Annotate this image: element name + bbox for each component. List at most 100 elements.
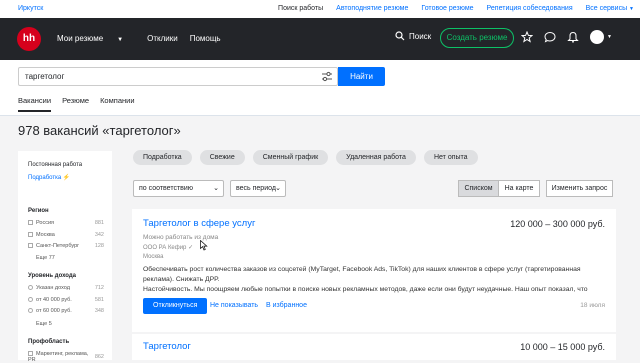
vacancy-requirements: Настойчивость. Мы поощряем любые попытки… <box>143 286 588 293</box>
filter-prof-title: Профобласть <box>28 339 70 345</box>
vacancy-card: Таргетолог в сфере услуг 120 000 – 300 0… <box>132 209 616 332</box>
respond-button[interactable]: Откликнуться <box>143 298 208 314</box>
nav-my-resumes[interactable]: Мои резюме ▼ <box>57 34 135 43</box>
filter-region-item[interactable]: Москва 342 <box>28 232 104 238</box>
vacancy-company[interactable]: ООО РА Кефир ✓ <box>143 244 193 251</box>
sort-select[interactable]: по соответствию ⌄ <box>133 180 224 197</box>
filter-income-count: 348 <box>94 308 104 314</box>
radio[interactable] <box>28 297 33 303</box>
chevron-down-icon: ▼ <box>117 37 124 43</box>
header-icons: ▼ <box>521 30 612 44</box>
filter-income-item[interactable]: от 60 000 руб. 348 <box>28 308 104 314</box>
tab-vacancies[interactable]: Вакансии <box>18 96 52 112</box>
hide-vacancy-link[interactable]: Не показывать <box>210 302 258 309</box>
top-link-interview-rehearsal[interactable]: Репетиция собеседования <box>487 5 573 12</box>
mouse-pointer-icon <box>200 240 208 251</box>
search-input[interactable]: таргетолог <box>18 67 338 86</box>
header-search-label: Поиск <box>409 31 432 41</box>
filter-income-label: от 60 000 руб. <box>36 308 72 314</box>
filter-region-title: Регион <box>28 208 49 214</box>
filter-prof-item[interactable]: Маркетинг, реклама, PR 862 <box>28 351 104 363</box>
header-search-link[interactable]: Поиск <box>395 31 431 41</box>
filter-region-more[interactable]: Еще 77 <box>36 255 55 261</box>
star-icon[interactable] <box>521 31 533 43</box>
vacancy-title[interactable]: Таргетолог <box>143 341 191 352</box>
tab-resumes[interactable]: Резюме <box>62 96 89 112</box>
search-tabs: Вакансии Резюме Компании <box>18 96 146 112</box>
checkbox[interactable] <box>28 220 33 226</box>
vacancy-company-name: ООО РА Кефир <box>143 245 187 251</box>
top-link-all-services[interactable]: Все сервисы ▼ <box>586 5 634 12</box>
sort-select-value: по соответствию <box>139 185 194 192</box>
nav-responses[interactable]: Отклики <box>147 34 178 43</box>
nav-help[interactable]: Помощь <box>190 34 221 43</box>
filter-income-item[interactable]: от 40 000 руб. 581 <box>28 297 104 303</box>
checkbox[interactable] <box>28 232 33 238</box>
city-link[interactable]: Иркутск <box>18 5 43 12</box>
filter-parttime-link[interactable]: Подработка ⚡ <box>28 174 70 181</box>
top-link-ready-resume[interactable]: Готовое резюме <box>421 5 473 12</box>
radio[interactable] <box>28 285 33 291</box>
vacancy-salary: 10 000 – 15 000 руб. <box>520 342 605 352</box>
create-resume-button[interactable]: Создать резюме <box>440 28 514 48</box>
chevron-down-icon: ▼ <box>607 34 612 40</box>
avatar <box>590 30 604 44</box>
find-button[interactable]: Найти <box>338 67 385 86</box>
filter-region-label: Санкт-Петербург <box>36 243 80 249</box>
avatar-menu[interactable]: ▼ <box>590 30 612 44</box>
filter-income-label: Указан доход <box>36 285 70 291</box>
search-area: таргетолог Найти Вакансии Резюме Компани… <box>0 60 640 116</box>
filter-region-item[interactable]: Санкт-Петербург 128 <box>28 243 104 249</box>
checkbox[interactable] <box>28 351 33 357</box>
search-input-value: таргетолог <box>25 72 65 81</box>
chip-remote[interactable]: Удаленная работа <box>336 150 416 165</box>
radio[interactable] <box>28 308 33 314</box>
filter-settings-icon[interactable] <box>321 71 333 82</box>
filter-region-item[interactable]: Россия 881 <box>28 220 104 226</box>
vacancy-description: Обеспечивать рост количества заказов из … <box>143 266 581 283</box>
top-bar: Иркутск Поиск работы Автоподнятие резюме… <box>0 0 640 18</box>
chip-fresh[interactable]: Свежие <box>199 150 245 165</box>
checkbox[interactable] <box>28 243 33 249</box>
chevron-down-icon: ⌄ <box>213 185 219 192</box>
bell-icon[interactable] <box>567 31 579 43</box>
filter-income-count: 581 <box>94 297 104 303</box>
filter-region-label: Россия <box>36 220 55 226</box>
filter-income-title: Уровень дохода <box>28 273 77 279</box>
all-services-label: Все сервисы <box>585 5 628 12</box>
search-icon <box>395 31 405 41</box>
add-to-favorites-link[interactable]: В избранное <box>266 302 307 309</box>
view-map-button[interactable]: На карте <box>499 180 540 197</box>
filter-prof-count: 862 <box>94 354 104 360</box>
hh-logo[interactable]: hh <box>17 27 41 51</box>
main-nav: Мои резюме ▼ Отклики Помощь <box>57 34 233 43</box>
filter-region-count: 881 <box>94 220 104 226</box>
change-query-button[interactable]: Изменить запрос <box>546 180 613 197</box>
filter-parttime-label: Подработка <box>28 175 62 181</box>
filter-income-item[interactable]: Указан доход 712 <box>28 285 104 291</box>
filter-income-label: от 40 000 руб. <box>36 297 72 303</box>
filter-sidebar: Постоянная работа Подработка ⚡ Регион Ро… <box>18 151 112 363</box>
filter-region-label: Москва <box>36 232 55 238</box>
lightning-icon: ⚡ <box>62 175 71 181</box>
chip-no-experience[interactable]: Нет опыта <box>423 150 478 165</box>
chip-shift-schedule[interactable]: Сменный график <box>252 150 329 165</box>
vacancy-date: 18 июля <box>580 302 605 309</box>
top-link-job-search[interactable]: Поиск работы <box>278 5 323 12</box>
filter-region-count: 342 <box>94 232 104 238</box>
vacancy-city: Москва <box>143 254 164 260</box>
chip-parttime[interactable]: Подработка <box>133 150 192 165</box>
filter-prof-label: Маркетинг, реклама, PR <box>28 351 89 363</box>
period-select[interactable]: весь период ⌄ <box>230 180 286 197</box>
top-links: Поиск работы Автоподнятие резюме Готовое… <box>265 5 634 12</box>
chat-icon[interactable] <box>544 31 556 43</box>
filter-region-count: 128 <box>94 243 104 249</box>
filter-permanent-job[interactable]: Постоянная работа <box>28 162 82 168</box>
tab-companies[interactable]: Компании <box>100 96 134 112</box>
chevron-down-icon: ⌄ <box>275 185 281 192</box>
vacancy-title[interactable]: Таргетолог в сфере услуг <box>143 218 255 229</box>
quick-filter-chips: Подработка Свежие Сменный график Удаленн… <box>133 150 478 165</box>
view-list-button[interactable]: Списком <box>458 180 499 197</box>
filter-income-more[interactable]: Еще 5 <box>36 321 52 327</box>
top-link-autoraise[interactable]: Автоподнятие резюме <box>336 5 408 12</box>
